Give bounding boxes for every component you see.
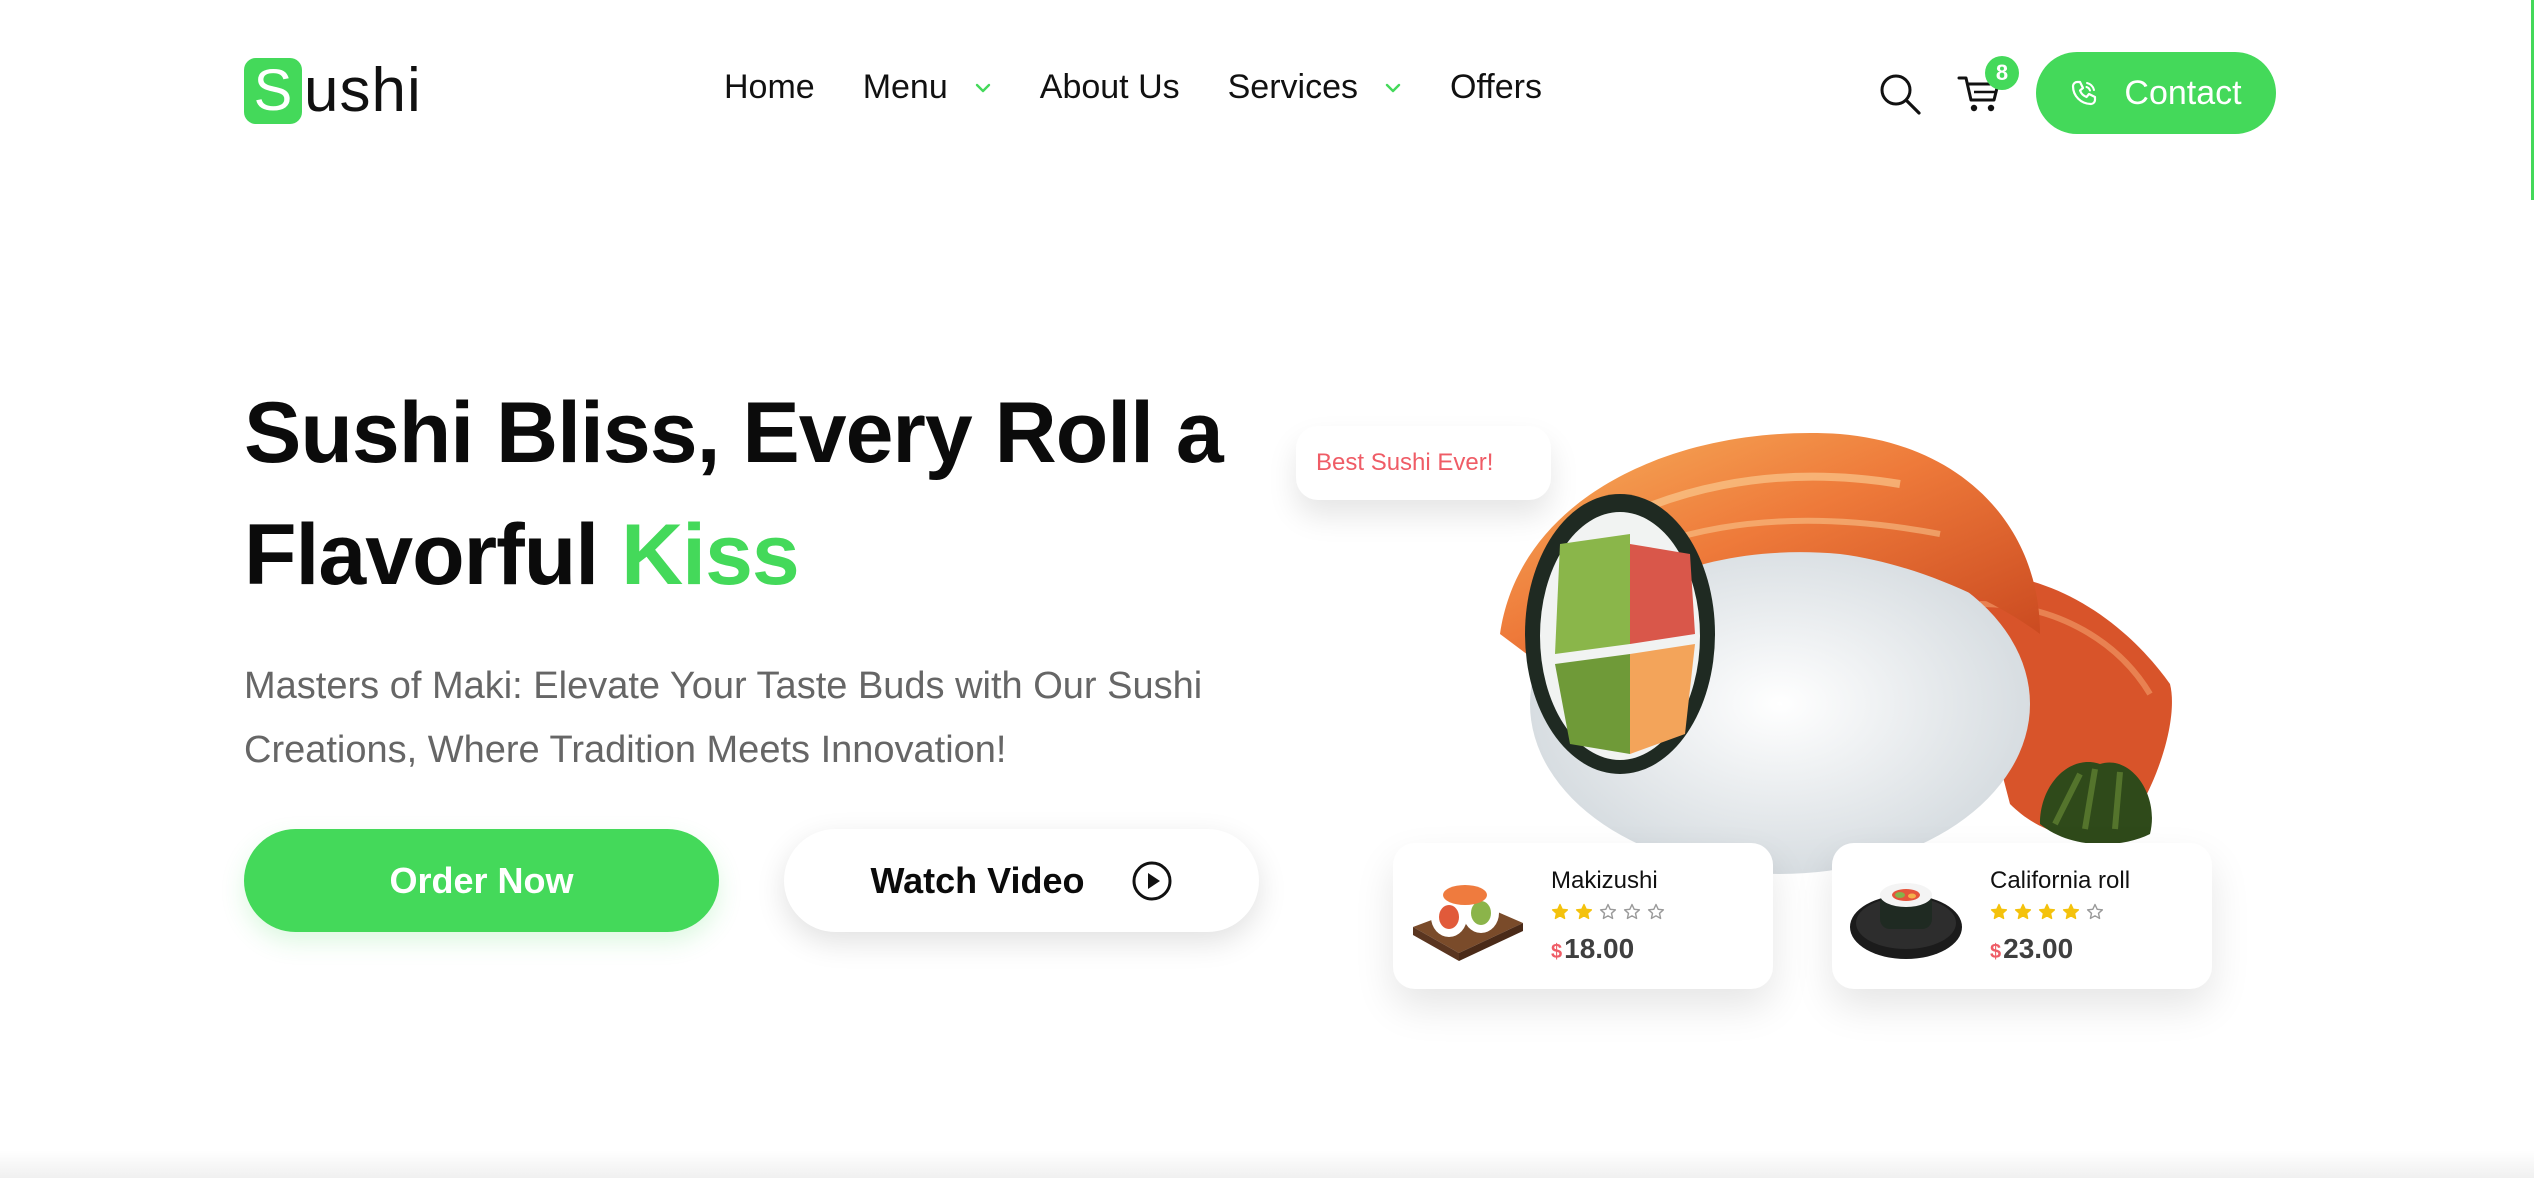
main-nav: Home Menu About Us Services Offers xyxy=(724,68,1590,107)
hero-title-line1: Sushi Bliss, Every Roll a xyxy=(244,385,1224,481)
product-price: $23.00 xyxy=(1990,933,2073,965)
california-roll-thumbnail xyxy=(1850,883,1962,959)
nav-item-label: Home xyxy=(724,68,815,106)
price-value: 18.00 xyxy=(1564,933,1635,964)
section-divider-shadow xyxy=(0,1150,2534,1178)
cart-count-badge: 8 xyxy=(1985,56,2019,90)
star-filled-icon xyxy=(1575,903,1593,920)
product-name: California roll xyxy=(1990,867,2131,894)
product-card-california-roll[interactable]: California roll $23.00 xyxy=(1832,843,2212,989)
logo-mark: S xyxy=(244,58,302,124)
hero-title-line2: Flavorful xyxy=(244,507,599,603)
page: S ushi Home Menu About Us Services Offer… xyxy=(0,0,2534,1178)
star-filled-icon xyxy=(2014,903,2032,920)
star-empty-icon xyxy=(1599,903,1617,920)
nav-item-label: Services xyxy=(1227,68,1358,106)
star-filled-icon xyxy=(1551,903,1569,920)
nav-item-label: About Us xyxy=(1039,68,1180,106)
search-icon[interactable] xyxy=(1878,72,1922,116)
contact-button[interactable]: Contact xyxy=(2036,52,2276,134)
sushi-roll-image xyxy=(1500,433,2172,874)
nav-item-services[interactable]: Services xyxy=(1228,68,1402,107)
order-now-button[interactable]: Order Now xyxy=(244,829,719,932)
nav-item-home[interactable]: Home xyxy=(724,68,815,107)
star-empty-icon xyxy=(1647,903,1665,920)
nav-item-about[interactable]: About Us xyxy=(1040,68,1180,107)
product-rating xyxy=(1551,903,1665,921)
hero-title: Sushi Bliss, Every Roll a Flavorful Kiss xyxy=(244,372,1244,616)
price-currency: $ xyxy=(1990,941,2002,963)
nav-item-label: Offers xyxy=(1450,68,1542,106)
makizushi-thumbnail xyxy=(1413,885,1523,961)
hero-title-accent: Kiss xyxy=(621,507,800,603)
play-icon xyxy=(1132,861,1172,900)
star-empty-icon xyxy=(2086,903,2104,920)
contact-button-label: Contact xyxy=(2124,73,2242,112)
watch-video-label: Watch Video xyxy=(870,859,1085,901)
star-filled-icon xyxy=(2038,903,2056,920)
speech-bubble-text: Best Sushi Ever! xyxy=(1316,449,1494,476)
price-currency: $ xyxy=(1551,941,1563,963)
nav-item-menu[interactable]: Menu xyxy=(863,68,992,107)
product-card-makizushi[interactable]: Makizushi $18.00 xyxy=(1393,843,1773,989)
logo-text: ushi xyxy=(304,56,422,125)
phone-icon xyxy=(2072,80,2097,106)
speech-bubble: Best Sushi Ever! xyxy=(1296,426,1551,500)
product-rating xyxy=(1990,903,2104,921)
star-empty-icon xyxy=(1623,903,1641,920)
chevron-down-icon xyxy=(975,83,990,92)
order-now-label: Order Now xyxy=(389,859,574,901)
price-value: 23.00 xyxy=(2003,933,2074,964)
nav-item-label: Menu xyxy=(862,68,948,106)
product-name: Makizushi xyxy=(1551,867,1658,894)
chevron-down-icon xyxy=(1385,83,1401,92)
logo[interactable]: S ushi xyxy=(244,58,422,124)
watch-video-button[interactable]: Watch Video xyxy=(784,829,1259,932)
star-filled-icon xyxy=(2062,903,2080,920)
nav-item-offers[interactable]: Offers xyxy=(1450,68,1542,107)
star-filled-icon xyxy=(1990,903,2008,920)
product-price: $18.00 xyxy=(1551,933,1634,965)
hero-subtitle: Masters of Maki: Elevate Your Taste Buds… xyxy=(244,665,1203,771)
